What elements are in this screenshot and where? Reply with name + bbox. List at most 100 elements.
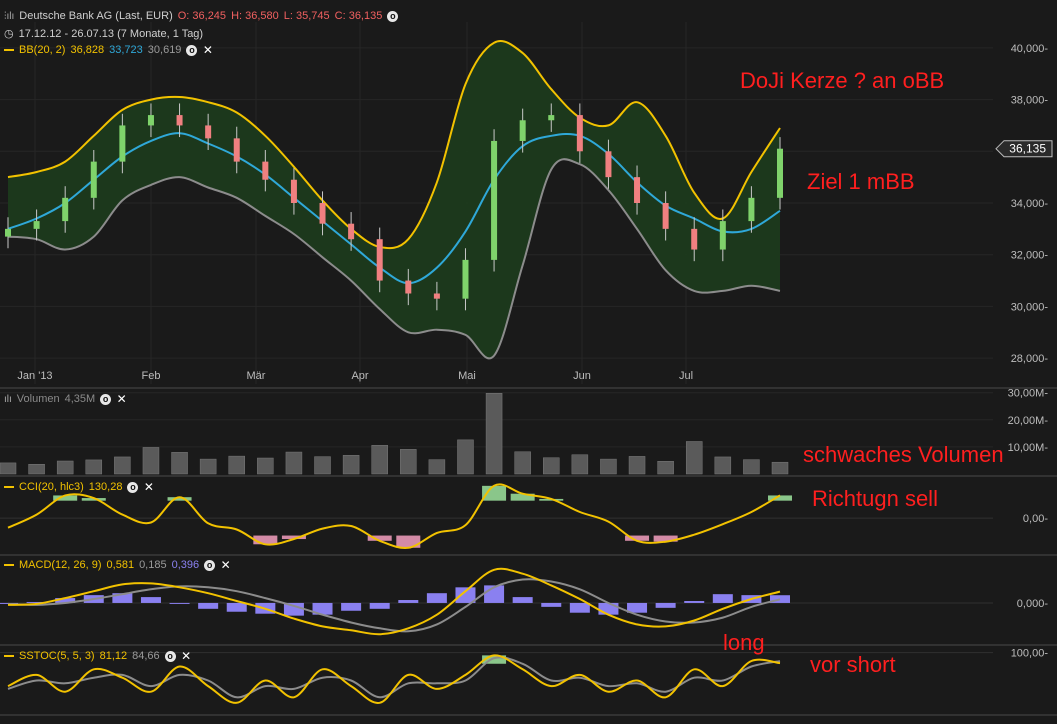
cci-close-icon[interactable]: ✕	[143, 481, 154, 493]
close-value: C: 36,135	[334, 10, 383, 22]
cci-overbought-area	[482, 485, 507, 501]
candles-icon: ⫶ılı	[4, 10, 15, 22]
time-tick-label: Mai	[458, 370, 476, 382]
instrument-header: ⫶ılı Deutsche Bank AG (Last, EUR) O: 36,…	[4, 10, 399, 22]
volume-bar	[142, 447, 160, 475]
volume-close-icon[interactable]: ✕	[116, 393, 127, 405]
candle-body	[262, 161, 269, 180]
last-price-label: 36,135	[1009, 142, 1046, 156]
annotation-richtung: Richtugn sell	[812, 486, 938, 511]
volume-bar	[285, 451, 303, 475]
sstoc-header: SSTOC(5, 5, 3) 81,12 84,66 o ✕	[4, 650, 192, 662]
macd-histogram-bar	[512, 597, 533, 603]
macd-label: MACD(12, 26, 9)	[19, 559, 102, 571]
price-tick-label: 40,000-	[1011, 43, 1049, 55]
macd-tick-label: 0,000-	[1017, 598, 1049, 610]
bb-settings-icon[interactable]: o	[186, 44, 198, 56]
volume-bar	[743, 459, 760, 475]
time-tick-label: Mär	[247, 370, 266, 382]
candle-body	[634, 177, 641, 203]
macd-histogram-bar	[341, 602, 362, 611]
candle-body	[462, 259, 469, 299]
volume-bar	[28, 463, 45, 475]
macd-histogram-bar	[169, 602, 190, 604]
sstoc-swatch	[4, 655, 14, 657]
macd-histogram-bar	[655, 602, 676, 608]
price-tick-label: 34,000-	[1011, 198, 1049, 210]
annotation-long: long	[723, 630, 765, 655]
candle-body	[576, 115, 583, 152]
candle-body	[319, 203, 326, 224]
macd-histogram-bar	[684, 601, 705, 603]
price-tick-label: 30,000-	[1011, 301, 1049, 313]
macd-histogram-bar	[569, 602, 590, 613]
candle-body	[33, 221, 40, 229]
sstoc-d-value: 84,66	[132, 650, 160, 662]
volume-bar	[400, 449, 417, 475]
settings-icon[interactable]: o	[387, 10, 399, 22]
macd-settings-icon[interactable]: o	[204, 559, 216, 571]
volume-bar	[771, 461, 789, 475]
volume-tick-label: 20,00M-	[1008, 415, 1049, 427]
volume-icon: ılı	[4, 393, 12, 405]
time-tick-label: Jul	[679, 370, 693, 382]
volume-bar	[657, 461, 674, 475]
candle-body	[433, 293, 440, 299]
candle	[491, 129, 498, 272]
cci-oversold-area	[396, 535, 421, 548]
candle-body	[119, 125, 126, 162]
volume-bar	[314, 456, 331, 475]
macd-swatch	[4, 564, 14, 566]
low-value: L: 35,745	[283, 10, 330, 22]
macd-histogram-bar	[226, 602, 247, 612]
volume-bar	[514, 451, 531, 475]
open-value: O: 36,245	[177, 10, 227, 22]
candle-body	[491, 140, 498, 260]
sstoc-close-icon[interactable]: ✕	[181, 650, 192, 662]
time-tick-label: Jan '13	[17, 370, 52, 382]
candle-body	[62, 197, 69, 222]
cci-value: 130,28	[88, 481, 123, 493]
candle-body	[405, 280, 412, 294]
volume-tick-label: 30,00M-	[1008, 388, 1049, 400]
annotation-short: vor short	[810, 652, 896, 677]
sstoc-tick-label: 100,00-	[1011, 648, 1049, 660]
volume-bar	[685, 441, 703, 475]
time-tick-label: Feb	[142, 370, 161, 382]
cci-label: CCI(20, hlc3)	[19, 481, 84, 493]
volume-tick-label: 10,00M-	[1008, 442, 1049, 454]
macd-header: MACD(12, 26, 9) 0,581 0,185 0,396 o ✕	[4, 559, 231, 571]
macd-close-icon[interactable]: ✕	[220, 559, 231, 571]
volume-bar	[0, 462, 17, 475]
macd-value: 0,581	[106, 559, 135, 571]
date-range: 17.12.12 - 26.07.13 (7 Monate, 1 Tag)	[18, 27, 204, 40]
price-tick-label: 28,000-	[1011, 353, 1049, 365]
candle-body	[290, 179, 297, 203]
bb-header: BB(20, 2) 36,828 33,723 30,619 o ✕	[4, 44, 213, 56]
macd-histogram-bar	[398, 600, 419, 603]
volume-bar	[114, 456, 131, 475]
candle-body	[233, 138, 240, 162]
candle-body	[376, 239, 383, 281]
bb-upper-value: 36,828	[70, 44, 105, 56]
volume-bar	[600, 458, 617, 475]
sstoc-settings-icon[interactable]: o	[164, 650, 176, 662]
annotation-volume: schwaches Volumen	[803, 442, 1004, 467]
volume-bar	[257, 457, 274, 475]
bb-close-icon[interactable]: ✕	[202, 44, 213, 56]
volume-settings-icon[interactable]: o	[100, 393, 112, 405]
volume-bar	[628, 456, 646, 475]
chart-canvas[interactable]: 40,000-38,000-36,000-34,000-32,000-30,00…	[0, 0, 1057, 724]
macd-histogram-bar	[426, 593, 447, 603]
macd-histogram-bar	[598, 602, 619, 615]
candle-body	[719, 221, 726, 250]
volume-label: Volumen	[16, 393, 60, 405]
cci-header: CCI(20, hlc3) 130,28 o ✕	[4, 481, 154, 493]
candle-body	[176, 115, 183, 126]
high-value: H: 36,580	[231, 10, 279, 22]
volume-bar	[543, 457, 560, 475]
cci-settings-icon[interactable]: o	[127, 481, 139, 493]
macd-signal-value: 0,185	[139, 559, 167, 571]
candle-body	[748, 197, 755, 222]
volume-bar	[571, 454, 589, 475]
